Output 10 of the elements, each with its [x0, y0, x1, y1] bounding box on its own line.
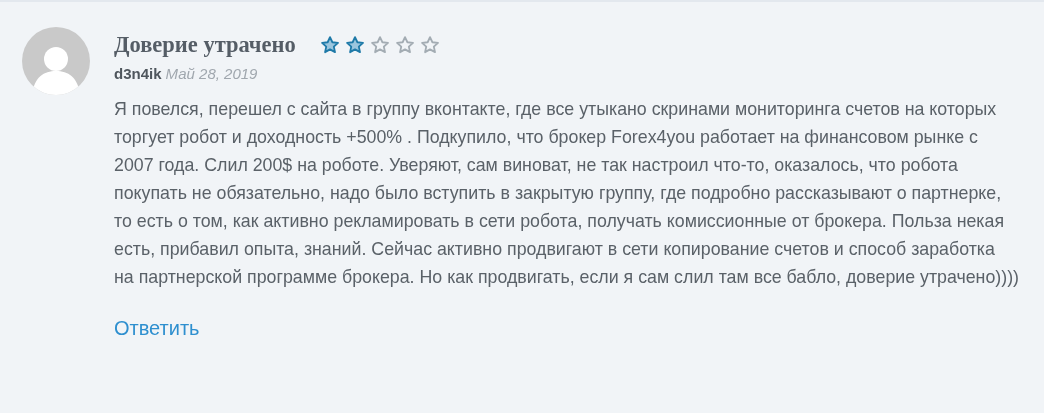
star-icon — [394, 34, 415, 55]
review-date: Май 28, 2019 — [165, 63, 258, 84]
star-icon — [369, 34, 390, 55]
reply-link[interactable]: Ответить — [114, 313, 200, 344]
review-text: Я повелся, перешел с сайта в группу вконтакте, где все утыкано скринами мониторинга счетов на которых торгует робот и доходность +500% . Подкупило, что брокер Forex4you работает на финансовом рынке с 2007 года. Слил 200$ на роботе. Уверяют, сам виноват, не так настроил что-то, оказалось, что робота покупать не обязательно, надо было вступить в закрытую группу, где подробно рассказывают о партнерке, то есть о том, как активно рекламировать в сети робота, получать комиссионные от брокера. Польза некая есть, прибавил опыта, знаний. Сейчас активно продвигают в сети копирование счетов и способ заработка на партнерской программе брокера. Но как продвигать, если я сам слил там все бабло, доверие утрачено)))) — [114, 98, 1019, 290]
star-icon — [319, 34, 340, 55]
star-icon — [344, 34, 365, 55]
review-title: Доверие утрачено — [114, 31, 296, 59]
author-name: d3n4ik — [114, 63, 162, 84]
star-icon — [419, 34, 440, 55]
